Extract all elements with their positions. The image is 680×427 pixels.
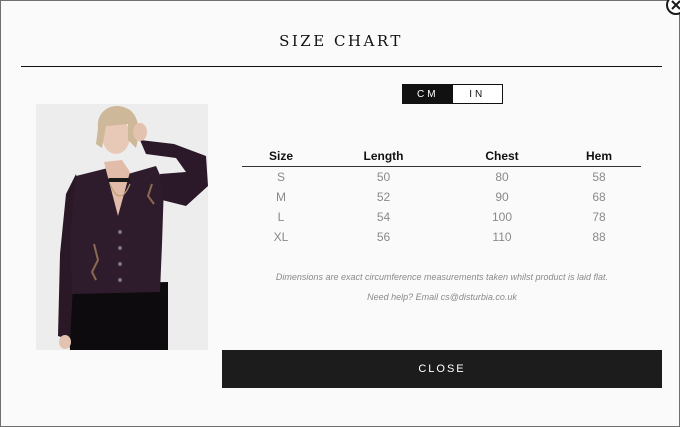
cell-length: 54 xyxy=(376,210,391,224)
cell-size: XL xyxy=(273,230,289,244)
table-header-row: Size Length Chest Hem xyxy=(242,147,641,167)
cell-length: 50 xyxy=(376,170,391,184)
size-chart-modal: SIZE CHART CM IN Size Length Chest Hem S… xyxy=(0,0,680,427)
title-divider xyxy=(21,66,662,67)
cell-size: S xyxy=(276,170,285,184)
cell-hem: 68 xyxy=(592,190,606,204)
header-size: Size xyxy=(242,147,320,167)
measurement-note: Dimensions are exact circumference measu… xyxy=(275,272,609,282)
size-table: Size Length Chest Hem S 50 80 58 M 52 90… xyxy=(242,147,641,247)
header-hem: Hem xyxy=(557,147,641,167)
cell-size: M xyxy=(276,190,286,204)
unit-in-button[interactable]: IN xyxy=(452,85,502,103)
cell-chest: 110 xyxy=(492,230,512,244)
table-row: XL 56 110 88 xyxy=(242,227,641,247)
cell-chest: 100 xyxy=(491,210,513,224)
table-row: S 50 80 58 xyxy=(242,167,641,188)
header-chest: Chest xyxy=(447,147,557,167)
cell-hem: 78 xyxy=(592,210,606,224)
unit-toggle: CM IN xyxy=(402,84,503,104)
cell-hem: 58 xyxy=(592,170,606,184)
header-length: Length xyxy=(320,147,447,167)
close-button[interactable]: CLOSE xyxy=(222,350,662,388)
table-row: M 52 90 68 xyxy=(242,187,641,207)
help-note: Need help? Email cs@disturbia.co.uk xyxy=(367,292,517,302)
cell-hem: 88 xyxy=(592,230,606,244)
table-row: L 54 100 78 xyxy=(242,207,641,227)
cell-chest: 80 xyxy=(495,170,509,184)
model-illustration xyxy=(36,104,208,350)
cell-size: L xyxy=(277,210,285,224)
unit-cm-button[interactable]: CM xyxy=(403,85,453,103)
cell-chest: 90 xyxy=(495,190,509,204)
product-photo xyxy=(36,104,208,350)
cell-length: 52 xyxy=(376,190,391,204)
modal-title: SIZE CHART xyxy=(279,32,403,50)
cell-length: 56 xyxy=(376,230,391,244)
